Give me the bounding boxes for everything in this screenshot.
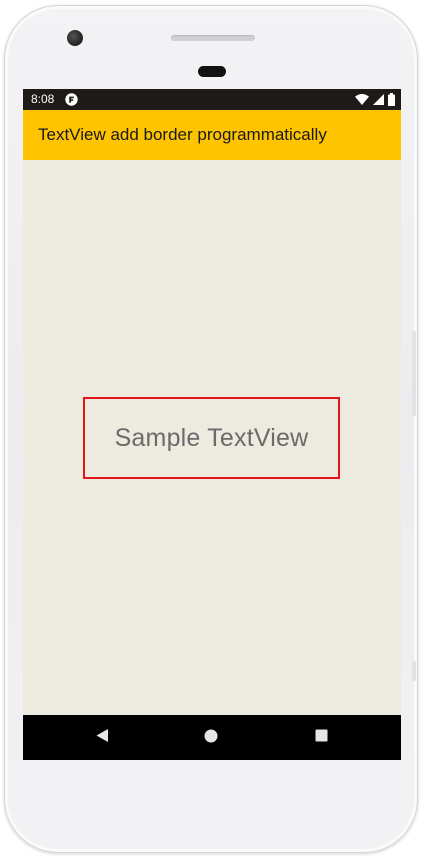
app-toolbar: TextView add border programmatically — [23, 110, 401, 160]
sample-textview: Sample TextView — [83, 397, 340, 479]
back-button[interactable] — [92, 728, 112, 748]
front-camera — [67, 30, 83, 46]
earpiece-speaker — [171, 35, 255, 41]
power-button — [412, 331, 416, 416]
home-icon — [204, 729, 218, 748]
toolbar-title: TextView add border programmatically — [38, 125, 327, 144]
main-content: Sample TextView — [23, 160, 401, 715]
recents-button[interactable] — [311, 728, 331, 748]
status-time: 8:08 — [31, 92, 55, 106]
device-screen: 8:08 TextView add border programmaticall… — [23, 89, 401, 760]
battery-icon — [388, 93, 395, 106]
home-button[interactable] — [201, 728, 221, 748]
proximity-sensor — [198, 66, 226, 77]
recents-icon — [315, 729, 328, 747]
app-notification-icon — [65, 93, 78, 106]
back-icon — [95, 728, 109, 748]
page: 8:08 TextView add border programmaticall… — [0, 0, 424, 861]
navigation-bar — [23, 715, 401, 760]
signal-icon — [373, 94, 384, 105]
wifi-icon — [355, 94, 369, 105]
status-icons — [355, 93, 395, 106]
volume-button — [412, 661, 416, 681]
status-bar: 8:08 — [23, 89, 401, 110]
